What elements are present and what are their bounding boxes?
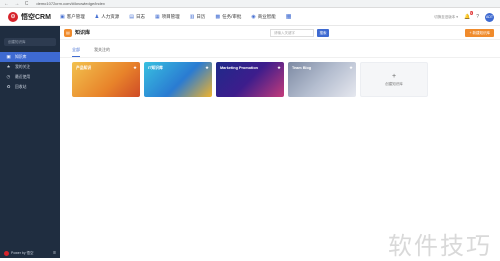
favorite-star-icon[interactable]: ★	[205, 65, 209, 71]
favorite-star-icon[interactable]: ★	[277, 65, 281, 71]
knowledge-base-icon: ▤	[64, 28, 72, 37]
tab-bar: 全部 我关注的	[60, 47, 500, 58]
bi-icon: ◉	[251, 13, 256, 20]
clock-icon: ◷	[6, 74, 11, 79]
card-title: 产品知识	[76, 66, 92, 70]
menu-item-customer[interactable]: ▣ 客户管理	[60, 14, 85, 20]
menu-item-label: 日志	[135, 13, 145, 19]
knowledge-icon: ▣	[6, 54, 11, 59]
main-menu: ▣ 客户管理 ♟ 人力资源 ▤ 日志 ▦ 项目管理 ▥ 日历 ▩ 任务/审批 ◉…	[60, 13, 301, 21]
collapse-menu-icon[interactable]: ≡	[53, 250, 56, 256]
search-button[interactable]: 搜索	[317, 29, 329, 37]
browser-nav-buttons[interactable]: ← → C	[4, 1, 30, 7]
bell-icon[interactable]: 🔔 9	[463, 11, 474, 20]
avatar[interactable]: ADT	[485, 12, 494, 22]
card-title: IT知识库	[148, 66, 163, 70]
log-icon: ▤	[129, 13, 134, 20]
knowledge-card[interactable]: Marketing Promotion ★	[216, 62, 284, 97]
task-icon: ▩	[215, 13, 221, 20]
sidebar-footer: Power by 悟空 ≡	[0, 248, 60, 258]
tab-followed[interactable]: 我关注的	[94, 47, 110, 57]
search-bar: 请输入关键字 搜索	[270, 29, 329, 37]
sidebar: 创建知识库 ▣ 知识库 ★ 我的关注 ◷ 最近使用 ♻ 回收站 Power by…	[0, 26, 60, 258]
menu-item-label: 商业智能	[257, 13, 276, 19]
knowledge-card[interactable]: IT知识库 ★	[144, 62, 212, 97]
apps-grid-icon[interactable]: ▦	[286, 13, 292, 20]
switch-version-link[interactable]: 切换至旧版本 ▾	[434, 15, 458, 20]
menu-item-task[interactable]: ▩ 任务/审批	[215, 14, 241, 20]
project-icon: ▦	[154, 13, 160, 20]
sidebar-item-label: 知识库	[15, 54, 27, 59]
favorite-star-icon[interactable]: ★	[349, 65, 353, 71]
menu-item-calendar[interactable]: ▥ 日历	[190, 14, 206, 20]
card-title: Marketing Promotion	[220, 66, 258, 70]
knowledge-card[interactable]: 产品知识 ★	[72, 62, 140, 97]
menu-item-project[interactable]: ▦ 项目管理	[155, 14, 180, 20]
sidebar-create-button[interactable]: 创建知识库	[4, 38, 56, 46]
menu-item-label: 人力资源	[101, 13, 120, 19]
menu-item-hr[interactable]: ♟ 人力资源	[95, 14, 119, 20]
new-knowledge-base-button[interactable]: + 新建知识库	[465, 29, 494, 37]
powered-by-text: Power by 悟空	[11, 250, 34, 255]
logo-text: 悟空CRM	[21, 13, 51, 21]
address-bar[interactable]: demo1072crm.com/#/knowledge/index	[36, 1, 104, 6]
sidebar-item-label: 我的关注	[15, 64, 31, 69]
create-card-label: 创建知识库	[385, 81, 403, 86]
header-right: 切换至旧版本 ▾ 🔔 9 ? ADT	[434, 8, 494, 26]
help-icon[interactable]: ?	[476, 14, 479, 20]
trash-icon: ♻	[6, 84, 11, 89]
tab-all[interactable]: 全部	[72, 47, 80, 57]
powered-logo-icon	[4, 250, 9, 256]
bell-glyph: 🔔	[463, 14, 471, 20]
page-header: ▤ 知识库 请输入关键字 搜索 + 新建知识库	[60, 26, 500, 40]
sidebar-item-trash[interactable]: ♻ 回收站	[0, 82, 60, 92]
menu-item-label: 客户管理	[66, 13, 85, 19]
menu-item-log[interactable]: ▤ 日志	[129, 14, 145, 20]
favorite-star-icon[interactable]: ★	[133, 65, 137, 71]
logo-icon: ⊙	[8, 11, 18, 22]
browser-toolbar: ← → C demo1072crm.com/#/knowledge/index	[0, 0, 500, 8]
menu-item-label: 任务/审批	[222, 13, 242, 19]
create-knowledge-card[interactable]: + 创建知识库	[360, 62, 428, 97]
knowledge-card[interactable]: Team Blog ★	[288, 62, 356, 97]
sidebar-item-recent[interactable]: ◷ 最近使用	[0, 72, 60, 82]
watermark: 软件技巧	[388, 232, 492, 260]
menu-item-bi[interactable]: ◉ 商业智能	[251, 14, 275, 20]
card-title: Team Blog	[292, 66, 312, 70]
notification-badge: 9	[469, 11, 474, 15]
plus-icon: +	[391, 72, 397, 80]
page-title: 知识库	[75, 30, 91, 36]
knowledge-card-list: 产品知识 ★ IT知识库 ★ Marketing Promotion ★ Tea…	[72, 62, 432, 97]
customer-icon: ▣	[60, 13, 65, 20]
top-navigation: ⊙ 悟空CRM ▣ 客户管理 ♟ 人力资源 ▤ 日志 ▦ 项目管理 ▥ 日历 ▩…	[0, 8, 500, 26]
hr-icon: ♟	[94, 13, 100, 20]
sidebar-item-label: 最近使用	[15, 74, 31, 79]
app-logo[interactable]: ⊙ 悟空CRM	[0, 11, 60, 22]
calendar-icon: ▥	[189, 13, 195, 20]
search-input[interactable]: 请输入关键字	[270, 29, 314, 37]
menu-item-label: 项目管理	[161, 13, 180, 19]
menu-item-label: 日历	[196, 13, 206, 19]
sidebar-item-followed[interactable]: ★ 我的关注	[0, 62, 60, 72]
star-icon: ★	[6, 64, 11, 69]
main-content: ▤ 知识库 请输入关键字 搜索 + 新建知识库 全部 我关注的 产品知识 ★ I…	[60, 26, 500, 260]
sidebar-item-label: 回收站	[15, 84, 27, 89]
sidebar-item-knowledge[interactable]: ▣ 知识库	[0, 52, 60, 62]
